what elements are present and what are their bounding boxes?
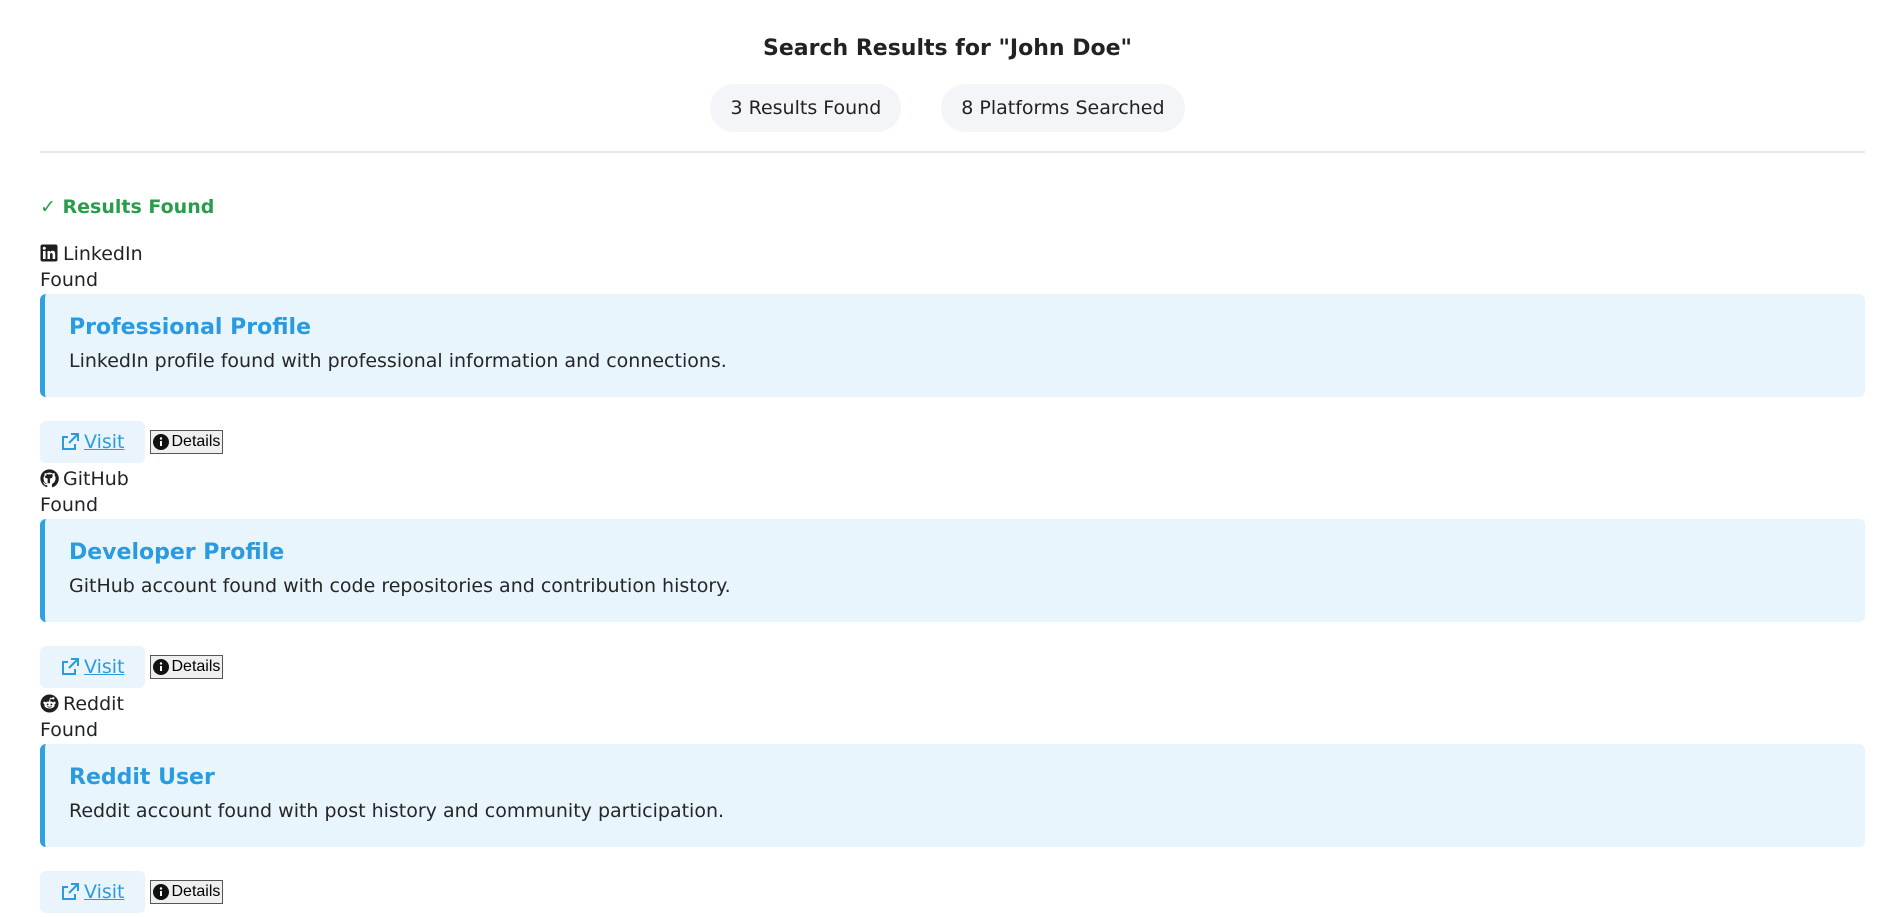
page-title: Search Results for "John Doe" (763, 36, 1132, 61)
card-description: LinkedIn profile found with professional… (69, 350, 727, 372)
details-label: Details (171, 433, 221, 450)
platforms-count-badge: 8 Platforms Searched (941, 84, 1185, 132)
details-label: Details (171, 658, 221, 675)
result-card: Reddit User Reddit account found with po… (40, 744, 1865, 847)
card-title: Reddit User (69, 765, 215, 790)
platform-row: GitHub (40, 467, 1865, 491)
stats-bar: 3 Results Found 8 Platforms Searched (0, 84, 1895, 132)
card-title: Professional Profile (69, 315, 311, 340)
section-title: ✓ Results Found (40, 196, 215, 218)
results-count-badge: 3 Results Found (710, 84, 902, 132)
status-label: Found (40, 719, 99, 741)
visit-link[interactable]: Visit (40, 421, 145, 463)
result-item-github: GitHub Found Developer Profile GitHub ac… (40, 467, 1865, 692)
card-description: GitHub account found with code repositor… (69, 575, 731, 597)
visit-label: Visit (84, 431, 125, 453)
result-card: Developer Profile GitHub account found w… (40, 519, 1865, 622)
platform-name: LinkedIn (63, 243, 143, 265)
platform-name: Reddit (63, 693, 124, 715)
details-button[interactable]: Details (149, 655, 224, 679)
details-button[interactable]: Details (149, 430, 224, 454)
results-header: Search Results for "John Doe" 3 Results … (0, 0, 1895, 132)
result-actions: Visit Details (40, 421, 1865, 463)
visit-link[interactable]: Visit (40, 871, 145, 913)
platform-name: GitHub (63, 468, 129, 490)
result-actions: Visit Details (40, 646, 1865, 688)
header-divider (40, 151, 1865, 153)
reddit-icon (40, 694, 60, 714)
external-link-icon (62, 883, 79, 900)
platform-row: LinkedIn (40, 242, 1865, 266)
result-item-reddit: Reddit Found Reddit User Reddit account … (40, 692, 1865, 917)
card-description: Reddit account found with post history a… (69, 800, 725, 822)
details-label: Details (171, 883, 221, 900)
github-icon (40, 469, 60, 489)
external-link-icon (62, 433, 79, 450)
info-icon (152, 434, 169, 450)
linkedin-icon (40, 244, 60, 264)
details-button[interactable]: Details (149, 880, 224, 904)
info-icon (152, 659, 169, 675)
result-actions: Visit Details (40, 871, 1865, 913)
status-label: Found (40, 269, 99, 291)
platform-row: Reddit (40, 692, 1865, 716)
result-item-linkedin: LinkedIn Found Professional Profile Link… (40, 242, 1865, 467)
result-card: Professional Profile LinkedIn profile fo… (40, 294, 1865, 397)
visit-label: Visit (84, 881, 125, 903)
card-title: Developer Profile (69, 540, 285, 565)
visit-label: Visit (84, 656, 125, 678)
status-label: Found (40, 494, 99, 516)
info-icon (152, 884, 169, 900)
external-link-icon (62, 658, 79, 675)
results-list: LinkedIn Found Professional Profile Link… (40, 242, 1865, 917)
visit-link[interactable]: Visit (40, 646, 145, 688)
search-results-page: Search Results for "John Doe" 3 Results … (0, 0, 1895, 913)
